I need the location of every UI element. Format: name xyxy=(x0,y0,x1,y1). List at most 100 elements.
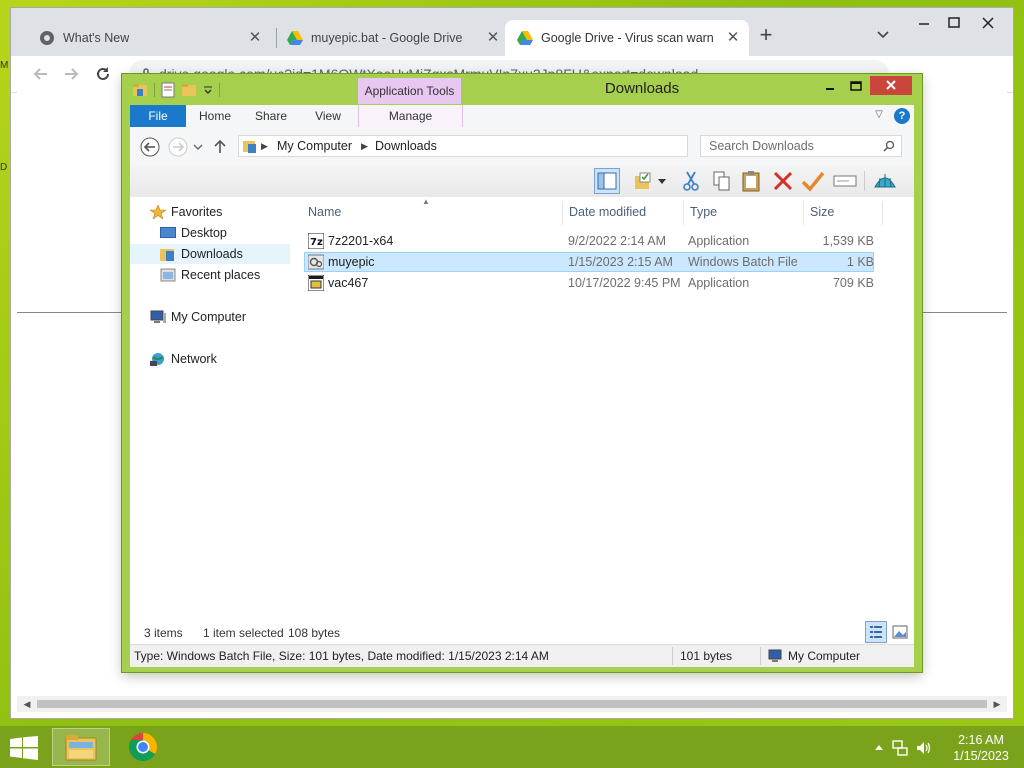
new-folder-icon[interactable] xyxy=(181,82,197,98)
checkmark-icon xyxy=(801,171,825,192)
maximize-icon xyxy=(850,81,862,91)
tab-share[interactable]: Share xyxy=(248,105,294,127)
network-tray-icon[interactable] xyxy=(892,740,908,756)
chevron-right-icon[interactable]: ▶ xyxy=(361,141,368,152)
close-window-button[interactable] xyxy=(973,12,1003,34)
column-date-modified[interactable]: Date modified xyxy=(569,205,646,219)
nav-recent-places[interactable]: Recent places xyxy=(130,265,290,285)
column-separator[interactable] xyxy=(562,201,563,225)
nav-network[interactable]: Network xyxy=(130,349,290,369)
breadcrumb-my-computer[interactable]: My Computer xyxy=(277,139,352,153)
back-arrow-icon[interactable] xyxy=(140,137,160,157)
tab-manage[interactable]: Manage xyxy=(359,105,462,127)
chevron-right-icon[interactable]: ▶ xyxy=(261,141,268,152)
column-separator[interactable] xyxy=(683,201,684,225)
chevron-down-icon[interactable] xyxy=(192,137,204,157)
minimize-button[interactable] xyxy=(818,76,842,96)
nav-favorites[interactable]: Favorites xyxy=(130,202,290,222)
tab-muyepic-drive[interactable]: muyepic.bat - Google Drive ✕ xyxy=(277,20,509,56)
back-arrow-icon[interactable] xyxy=(31,64,51,84)
taskbar-file-explorer[interactable] xyxy=(52,728,110,766)
address-breadcrumb[interactable]: ▶ My Computer ▶ Downloads ▼ ⟳ xyxy=(238,135,786,157)
file-row-muyepic[interactable]: muyepic 1/15/2023 2:15 AM Windows Batch … xyxy=(304,252,874,272)
search-input[interactable]: Search Downloads xyxy=(700,135,902,157)
scissors-icon xyxy=(683,171,699,191)
search-icon[interactable] xyxy=(883,140,895,152)
maximize-icon xyxy=(948,17,960,28)
column-type[interactable]: Type xyxy=(690,205,717,219)
scrollbar-thumb[interactable] xyxy=(37,700,987,708)
close-icon[interactable]: ✕ xyxy=(247,30,263,46)
forward-arrow-icon[interactable] xyxy=(61,64,81,84)
location-label: My Computer xyxy=(788,649,861,663)
minimize-icon xyxy=(826,88,834,90)
chevron-down-icon[interactable] xyxy=(875,26,891,42)
apply-button[interactable] xyxy=(800,168,826,194)
tab-whats-new[interactable]: What's New ✕ xyxy=(23,20,271,56)
application-tools-tab[interactable]: Application Tools xyxy=(358,78,461,104)
tab-virus-scan-warning[interactable]: Google Drive - Virus scan warning ✕ xyxy=(505,20,749,56)
quick-access-toolbar xyxy=(132,81,220,99)
breadcrumb-downloads[interactable]: Downloads xyxy=(375,139,437,153)
nav-downloads[interactable]: Downloads xyxy=(130,244,290,264)
shell-button[interactable] xyxy=(872,168,898,194)
tab-view[interactable]: View xyxy=(306,105,350,127)
taskbar-chrome[interactable] xyxy=(114,728,172,766)
delete-button[interactable] xyxy=(770,168,796,194)
close-icon[interactable]: ✕ xyxy=(485,30,501,46)
scroll-right-icon[interactable]: ▶ xyxy=(991,698,1003,710)
selection-size: 108 bytes xyxy=(288,626,341,640)
speaker-icon[interactable] xyxy=(916,740,932,756)
folder-properties-icon xyxy=(635,172,651,189)
navigation-pane: Favorites Desktop Downloads Recent place… xyxy=(130,197,296,622)
properties-button[interactable] xyxy=(630,168,656,194)
copy-button[interactable] xyxy=(708,168,734,194)
minimize-button[interactable] xyxy=(909,12,939,34)
large-icons-view-icon[interactable] xyxy=(890,622,910,642)
file-row-7z2201[interactable]: 7z 7z2201-x64 9/2/2022 2:14 AM Applicati… xyxy=(304,231,874,251)
close-window-button[interactable] xyxy=(870,76,912,95)
column-size[interactable]: Size xyxy=(810,205,834,219)
file-date: 9/2/2022 2:14 AM xyxy=(568,234,666,248)
clock-time: 2:16 AM xyxy=(958,733,1004,747)
chevron-down-icon[interactable] xyxy=(656,168,668,194)
up-arrow-icon[interactable] xyxy=(212,137,228,157)
preview-pane-button[interactable] xyxy=(594,168,620,194)
new-tab-button[interactable]: + xyxy=(756,24,776,46)
network-icon xyxy=(150,353,164,366)
scroll-left-icon[interactable]: ◀ xyxy=(21,698,33,710)
nav-my-computer[interactable]: My Computer xyxy=(130,307,290,327)
forward-arrow-icon[interactable] xyxy=(168,137,188,157)
cut-button[interactable] xyxy=(678,168,704,194)
chevron-down-icon[interactable]: ▽ xyxy=(872,108,886,122)
explorer-title-bar[interactable]: Application Tools Downloads xyxy=(122,74,922,104)
nav-desktop[interactable]: Desktop xyxy=(130,223,290,243)
nav-label: Desktop xyxy=(181,226,227,240)
file-type: Windows Batch File xyxy=(688,255,798,269)
column-name[interactable]: Name xyxy=(308,205,341,219)
chevron-down-icon[interactable] xyxy=(203,82,213,98)
folder-icon xyxy=(243,141,256,153)
details-view-icon[interactable] xyxy=(865,621,887,643)
tab-file[interactable]: File xyxy=(130,105,186,127)
manage-tab-wrap: Manage xyxy=(358,105,463,127)
paste-button[interactable] xyxy=(738,168,764,194)
clock[interactable]: 2:16 AM 1/15/2023 xyxy=(946,732,1016,764)
tab-home[interactable]: Home xyxy=(192,105,238,127)
file-name: 7z2201-x64 xyxy=(328,234,394,248)
reload-icon[interactable] xyxy=(93,64,113,84)
close-icon[interactable]: ✕ xyxy=(725,30,741,46)
folder-icon[interactable] xyxy=(132,82,148,98)
horizontal-scrollbar[interactable]: ◀ ▶ xyxy=(17,696,1007,712)
maximize-button[interactable] xyxy=(844,76,868,96)
windows-start-icon[interactable] xyxy=(10,736,38,760)
chevron-up-icon[interactable] xyxy=(874,743,884,753)
file-row-vac467[interactable]: vac467 10/17/2022 9:45 PM Application 70… xyxy=(304,273,874,293)
taskbar: 2:16 AM 1/15/2023 xyxy=(0,726,1024,768)
properties-icon[interactable] xyxy=(161,82,175,98)
rename-button[interactable] xyxy=(832,168,858,194)
help-icon[interactable]: ? xyxy=(894,108,910,124)
maximize-button[interactable] xyxy=(939,12,969,34)
column-separator[interactable] xyxy=(882,201,883,225)
column-separator[interactable] xyxy=(803,201,804,225)
